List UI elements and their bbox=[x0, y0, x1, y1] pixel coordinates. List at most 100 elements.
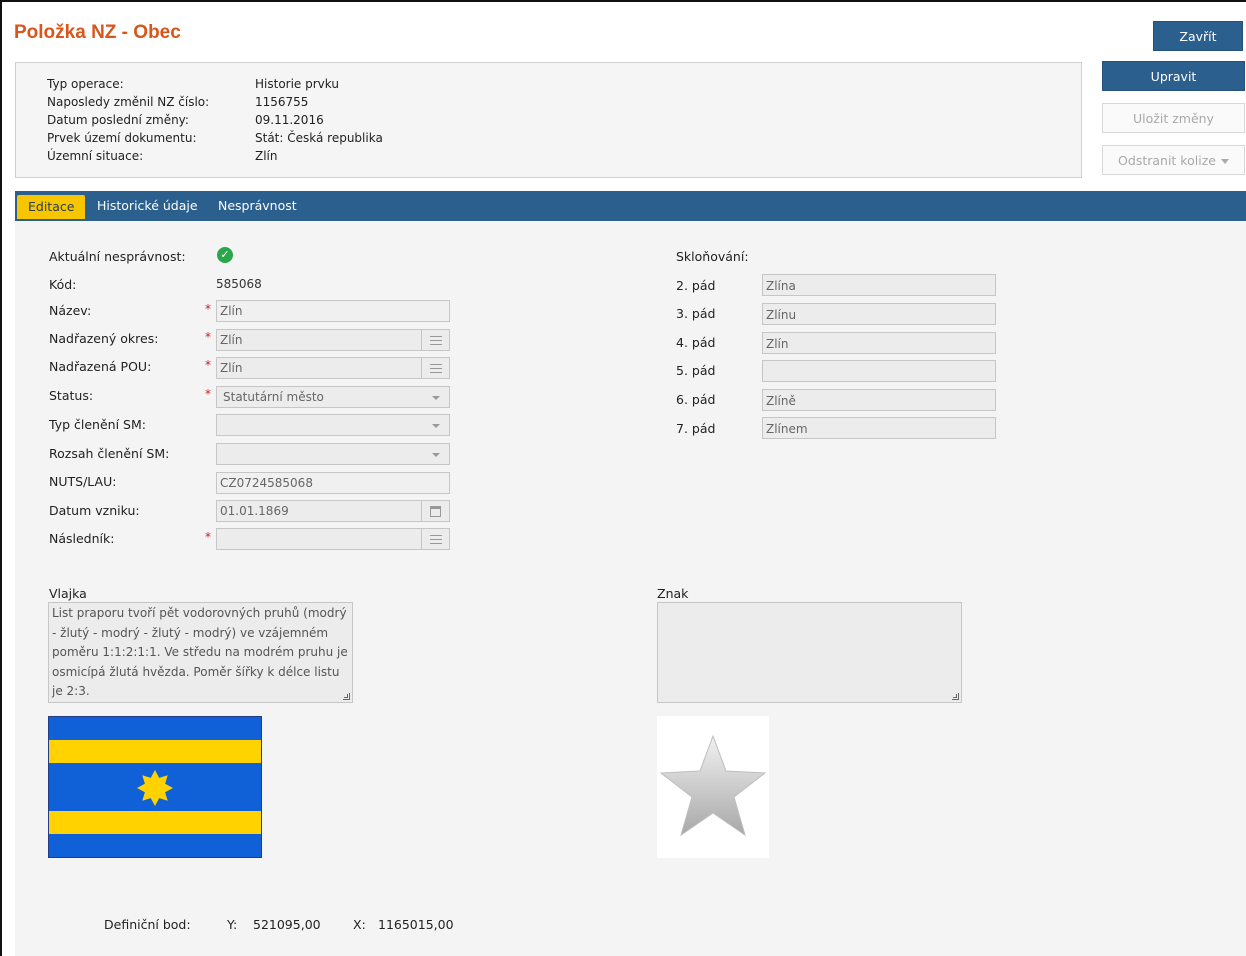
page-title: Položka NZ - Obec bbox=[14, 22, 181, 43]
info-label: Územní situace: bbox=[47, 149, 144, 163]
status-label: Status: bbox=[49, 388, 94, 403]
case-field[interactable]: Zlíně bbox=[762, 389, 996, 411]
info-label: Typ operace: bbox=[47, 77, 124, 91]
definition-point-label: Definiční bod: bbox=[104, 917, 191, 932]
flag-image bbox=[48, 716, 262, 858]
sm-scope-label: Rozsah členění SM: bbox=[49, 446, 170, 461]
district-label: Nadřazený okres: bbox=[49, 331, 159, 346]
info-panel: Typ operace: Historie prvku Naposledy změ… bbox=[15, 62, 1082, 178]
info-label: Prvek území dokumentu: bbox=[47, 131, 197, 145]
status-value: Statutární město bbox=[223, 390, 324, 404]
info-row: Územní situace: Zlín bbox=[47, 149, 278, 167]
resize-grip-icon[interactable] bbox=[343, 693, 350, 700]
code-label: Kód: bbox=[49, 277, 77, 292]
close-button[interactable]: Zavřít bbox=[1153, 21, 1243, 51]
list-icon bbox=[429, 534, 442, 544]
check-circle-icon: ✓ bbox=[217, 247, 233, 263]
y-coordinate-value: 521095,00 bbox=[253, 917, 321, 932]
chevron-down-icon bbox=[432, 396, 440, 400]
nuts-label: NUTS/LAU: bbox=[49, 474, 117, 489]
founded-label: Datum vzniku: bbox=[49, 503, 140, 518]
save-changes-button[interactable]: Uložit změny bbox=[1102, 103, 1245, 133]
info-label: Datum poslední změny: bbox=[47, 113, 189, 127]
declension-title: Skloňování: bbox=[676, 249, 749, 264]
calendar-button[interactable] bbox=[421, 501, 449, 521]
flag-stripe bbox=[49, 811, 261, 834]
district-field[interactable]: Zlín bbox=[216, 329, 450, 351]
name-label: Název: bbox=[49, 303, 92, 318]
founded-value: 01.01.1869 bbox=[220, 504, 289, 518]
code-value: 585068 bbox=[216, 277, 262, 291]
remove-conflicts-button[interactable]: Odstranit kolize bbox=[1102, 145, 1245, 175]
case-label: 4. pád bbox=[676, 335, 716, 350]
case-label: 3. pád bbox=[676, 306, 716, 321]
info-row: Typ operace: Historie prvku bbox=[47, 77, 339, 95]
info-value: Stát: Česká republika bbox=[255, 131, 383, 145]
status-select[interactable]: Statutární město bbox=[216, 386, 450, 408]
info-value: 09.11.2016 bbox=[255, 113, 324, 127]
district-value: Zlín bbox=[220, 333, 243, 347]
info-value: Historie prvku bbox=[255, 77, 339, 91]
case-label: 5. pád bbox=[676, 363, 716, 378]
calendar-icon bbox=[430, 505, 441, 517]
successor-label: Následník: bbox=[49, 531, 115, 546]
remove-conflicts-label: Odstranit kolize bbox=[1118, 152, 1216, 168]
list-icon bbox=[429, 335, 442, 345]
nuts-field[interactable]: CZ0724585068 bbox=[216, 472, 450, 494]
tab-historicke-udaje[interactable]: Historické údaje bbox=[97, 191, 198, 221]
tab-editace[interactable]: Editace bbox=[17, 195, 86, 219]
sm-type-select[interactable] bbox=[216, 414, 450, 436]
resize-grip-icon[interactable] bbox=[952, 693, 959, 700]
flag-description: List praporu tvoří pět vodorovných pruhů… bbox=[52, 606, 348, 698]
info-value: Zlín bbox=[255, 149, 278, 163]
required-mark: * bbox=[205, 358, 211, 372]
chevron-down-icon bbox=[432, 424, 440, 428]
flag-label: Vlajka bbox=[49, 586, 87, 601]
chevron-down-icon bbox=[1220, 158, 1229, 164]
case-field[interactable] bbox=[762, 360, 996, 382]
list-picker-button[interactable] bbox=[421, 529, 449, 549]
required-mark: * bbox=[205, 302, 211, 316]
case-field[interactable]: Zlín bbox=[762, 332, 996, 354]
case-label: 7. pád bbox=[676, 421, 716, 436]
case-label: 2. pád bbox=[676, 278, 716, 293]
required-mark: * bbox=[205, 330, 211, 344]
case-field[interactable]: Zlínem bbox=[762, 417, 996, 439]
required-mark: * bbox=[205, 530, 211, 544]
info-row: Datum poslední změny: 09.11.2016 bbox=[47, 113, 324, 131]
eight-pointed-star-icon bbox=[137, 770, 173, 806]
star-placeholder-icon bbox=[659, 734, 767, 837]
flag-description-textarea[interactable]: List praporu tvoří pět vodorovných pruhů… bbox=[48, 602, 353, 703]
tab-bar: Editace Historické údaje Nesprávnost bbox=[15, 191, 1246, 221]
chevron-down-icon bbox=[432, 453, 440, 457]
emblem-image bbox=[657, 716, 769, 858]
flag-stripe bbox=[49, 740, 261, 763]
list-picker-button[interactable] bbox=[421, 358, 449, 378]
pou-label: Nadřazená POU: bbox=[49, 359, 152, 374]
name-field[interactable]: Zlín bbox=[216, 300, 450, 322]
emblem-label: Znak bbox=[657, 586, 689, 601]
successor-field[interactable] bbox=[216, 528, 450, 550]
sm-type-label: Typ členění SM: bbox=[49, 417, 146, 432]
y-coordinate-label: Y: bbox=[227, 917, 238, 932]
x-coordinate-label: X: bbox=[353, 917, 366, 932]
current-error-label: Aktuální nesprávnost: bbox=[49, 249, 186, 264]
emblem-description-textarea[interactable] bbox=[657, 602, 962, 703]
edit-button[interactable]: Upravit bbox=[1102, 61, 1245, 91]
info-value: 1156755 bbox=[255, 95, 309, 109]
founded-date-field[interactable]: 01.01.1869 bbox=[216, 500, 450, 522]
pou-field[interactable]: Zlín bbox=[216, 357, 450, 379]
case-label: 6. pád bbox=[676, 392, 716, 407]
tab-nespravnost[interactable]: Nesprávnost bbox=[218, 191, 297, 221]
case-field[interactable]: Zlínu bbox=[762, 303, 996, 325]
pou-value: Zlín bbox=[220, 361, 243, 375]
case-field[interactable]: Zlína bbox=[762, 274, 996, 296]
x-coordinate-value: 1165015,00 bbox=[378, 917, 454, 932]
info-label: Naposledy změnil NZ číslo: bbox=[47, 95, 210, 109]
sm-scope-select[interactable] bbox=[216, 443, 450, 465]
required-mark: * bbox=[205, 387, 211, 401]
info-row: Naposledy změnil NZ číslo: 1156755 bbox=[47, 95, 308, 113]
info-row: Prvek území dokumentu: Stát: Česká republ… bbox=[47, 131, 383, 149]
list-icon bbox=[429, 363, 442, 373]
list-picker-button[interactable] bbox=[421, 330, 449, 350]
